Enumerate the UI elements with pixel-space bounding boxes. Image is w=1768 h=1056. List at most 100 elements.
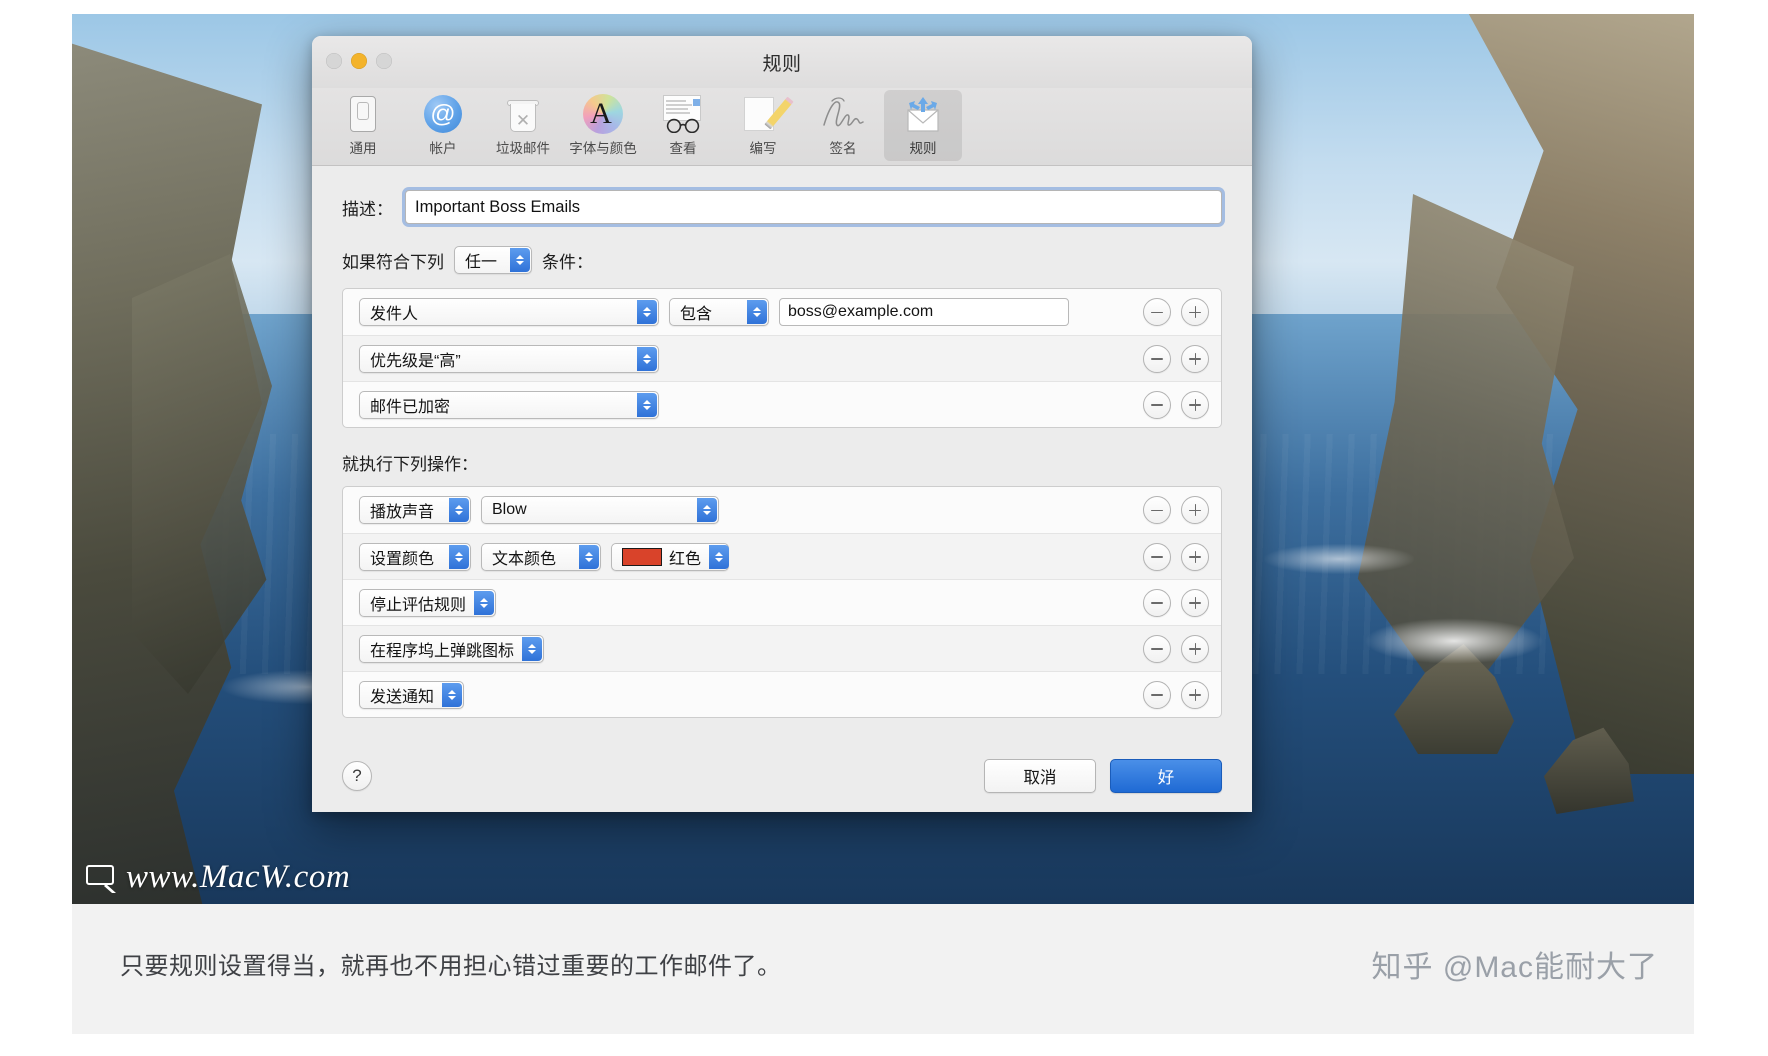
action-row-buttons: [1143, 680, 1209, 709]
remove-action-button[interactable]: [1143, 680, 1171, 709]
toolbar-label-accounts: 帐户: [429, 141, 457, 156]
condition-criterion-value: 优先级是“高”: [370, 352, 461, 370]
composing-pencil-icon: [726, 93, 800, 135]
toolbar-item-viewing[interactable]: 查看: [644, 90, 722, 161]
remove-action-button[interactable]: [1143, 588, 1171, 617]
description-label: 描述：: [342, 199, 393, 219]
remove-condition-button[interactable]: [1143, 390, 1171, 419]
chevron-updown-icon: [474, 590, 495, 615]
accounts-at-icon: @: [406, 93, 480, 135]
zhihu-watermark: 知乎 @Mac能耐大了: [1371, 951, 1658, 984]
condition-value-input[interactable]: [779, 298, 1069, 326]
condition-criterion-value: 邮件已加密: [370, 398, 451, 416]
action-type-popup[interactable]: 发送通知: [359, 680, 465, 709]
remove-condition-button[interactable]: [1143, 298, 1171, 326]
chevron-updown-icon: [510, 248, 530, 272]
action-type-popup[interactable]: 设置颜色: [359, 542, 471, 571]
actions-list: 播放声音 Blow 设置颜色 文本颜色 红色 停止评估规则 在程序坞上弹跳图标 …: [342, 486, 1222, 718]
condition-row: 发件人 包含: [343, 289, 1221, 335]
ok-button[interactable]: 好: [1110, 759, 1222, 793]
action-color-target-popup[interactable]: 文本颜色: [481, 542, 601, 571]
toolbar-label-fonts-colors: 字体与颜色: [569, 141, 637, 156]
help-button[interactable]: ?: [342, 761, 372, 791]
action-sound-value: Blow: [492, 501, 527, 518]
condition-row-buttons: [1143, 344, 1209, 373]
action-row: 设置颜色 文本颜色 红色: [343, 533, 1221, 579]
add-action-button[interactable]: [1181, 588, 1209, 617]
remove-condition-button[interactable]: [1143, 344, 1171, 373]
action-row-buttons: [1143, 634, 1209, 663]
action-type-popup[interactable]: 停止评估规则: [359, 588, 497, 617]
toolbar-item-general[interactable]: 通用: [324, 90, 402, 161]
condition-operator-popup[interactable]: 包含: [669, 298, 769, 326]
toolbar-item-junk[interactable]: ✕ 垃圾邮件: [484, 90, 562, 161]
toolbar-label-viewing: 查看: [669, 141, 697, 156]
add-condition-button[interactable]: [1181, 298, 1209, 326]
condition-criterion-popup[interactable]: 邮件已加密: [359, 390, 659, 419]
article-card: 规则 通用 @ 帐户 ✕ 垃圾邮件 A 字体与颜色 查看 编写 签名 规则 描述…: [72, 14, 1694, 1034]
conditions-list: 发件人 包含 boss@example.com 优先级是“高” 邮件已加密: [342, 288, 1222, 428]
cancel-button[interactable]: 取消: [984, 759, 1096, 793]
chevron-updown-icon: [637, 300, 657, 324]
action-row: 在程序坞上弹跳图标: [343, 625, 1221, 671]
fonts-colors-icon: A: [566, 93, 640, 135]
add-action-button[interactable]: [1181, 634, 1209, 663]
chevron-updown-icon: [579, 544, 599, 569]
preferences-toolbar: 通用 @ 帐户 ✕ 垃圾邮件 A 字体与颜色 查看 编写 签名 规则: [312, 88, 1252, 166]
chevron-updown-icon: [637, 392, 657, 417]
action-sound-popup[interactable]: Blow: [481, 496, 719, 524]
remove-action-button[interactable]: [1143, 542, 1171, 571]
window-title: 规则: [762, 54, 802, 75]
viewing-glasses-icon: [646, 93, 720, 135]
action-row: 播放声音 Blow: [343, 487, 1221, 533]
rules-envelope-icon: [886, 93, 960, 135]
condition-row-buttons: [1143, 298, 1209, 326]
add-action-button[interactable]: [1181, 542, 1209, 571]
action-type-value: 发送通知: [370, 688, 435, 706]
window-titlebar: 规则: [312, 36, 1252, 88]
action-row-buttons: [1143, 542, 1209, 571]
add-condition-button[interactable]: [1181, 344, 1209, 373]
condition-criterion-popup[interactable]: 优先级是“高”: [359, 344, 659, 373]
action-row: 停止评估规则: [343, 579, 1221, 625]
action-type-value: 在程序坞上弹跳图标: [370, 642, 515, 660]
toolbar-label-junk: 垃圾邮件: [496, 141, 550, 156]
condition-criterion-popup[interactable]: 发件人: [359, 298, 659, 326]
add-condition-button[interactable]: [1181, 390, 1209, 419]
toolbar-label-composing: 编写: [749, 141, 777, 156]
toolbar-label-signatures: 签名: [829, 141, 857, 156]
match-suffix-label: 条件：: [542, 252, 593, 272]
wallpaper-foam-b: [1264, 544, 1414, 574]
toolbar-item-accounts[interactable]: @ 帐户: [404, 90, 482, 161]
action-row: 发送通知: [343, 671, 1221, 717]
chevron-updown-icon: [449, 498, 469, 522]
action-type-value: 播放声音: [370, 504, 435, 521]
chevron-updown-icon: [709, 544, 730, 569]
sheet-footer: ? 取消 好: [312, 740, 1252, 812]
toolbar-item-signatures[interactable]: 签名: [804, 90, 882, 161]
toolbar-item-composing[interactable]: 编写: [724, 90, 802, 161]
condition-row-buttons: [1143, 390, 1209, 419]
match-type-popup[interactable]: 任一: [454, 246, 532, 274]
match-condition-row: 如果符合下列 任一 条件：: [342, 246, 1222, 274]
macw-logo-icon: [86, 865, 116, 893]
chevron-updown-icon: [449, 544, 469, 569]
toolbar-label-general: 通用: [349, 141, 377, 156]
chevron-updown-icon: [522, 636, 543, 661]
description-input[interactable]: [405, 190, 1222, 224]
toolbar-label-rules: 规则: [909, 141, 937, 156]
chevron-updown-icon: [442, 682, 463, 707]
action-type-value: 停止评估规则: [370, 596, 467, 614]
remove-action-button[interactable]: [1143, 634, 1171, 663]
add-action-button[interactable]: [1181, 496, 1209, 524]
action-row-buttons: [1143, 588, 1209, 617]
toolbar-item-fonts-colors[interactable]: A 字体与颜色: [564, 90, 642, 161]
action-color-popup[interactable]: 红色: [611, 542, 730, 571]
action-type-popup[interactable]: 在程序坞上弹跳图标: [359, 634, 545, 663]
toolbar-item-rules[interactable]: 规则: [884, 90, 962, 161]
action-type-popup[interactable]: 播放声音: [359, 496, 471, 524]
action-color-value: 红色: [669, 550, 702, 568]
add-action-button[interactable]: [1181, 680, 1209, 709]
remove-action-button[interactable]: [1143, 496, 1171, 524]
rule-editor-sheet: 描述： 如果符合下列 任一 条件：: [312, 166, 1252, 812]
